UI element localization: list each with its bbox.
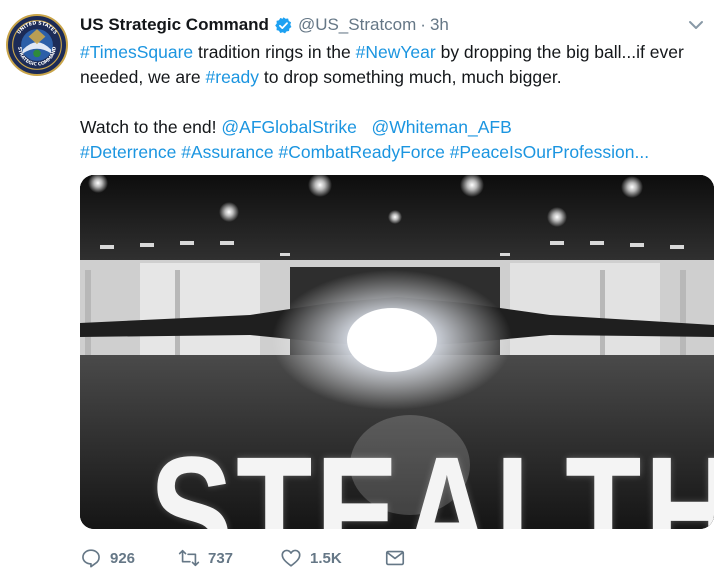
retweet-button[interactable]: 737 [178, 547, 233, 569]
text-span: tradition rings in the [193, 42, 356, 62]
author-handle[interactable]: @US_Stratcom [298, 15, 416, 35]
reply-button[interactable]: 926 [80, 547, 135, 569]
like-count: 1.5K [310, 549, 342, 567]
reply-count: 926 [110, 549, 136, 567]
tweet[interactable]: UNITED STATES STRATEGIC COMMAND US Strat… [0, 0, 728, 582]
text-span: to drop something much, much bigger. [259, 66, 562, 87]
verified-badge-icon [274, 16, 293, 35]
stealth-overlay-text: STEALTH [149, 423, 714, 530]
text-span: Watch to the end! [80, 117, 222, 137]
hashtag-link[interactable]: #PeaceIsOurProfession [450, 142, 635, 162]
separator-dot: · [420, 15, 426, 34]
hashtag-link[interactable]: #TimesSquare [80, 42, 193, 62]
direct-message-button[interactable] [384, 547, 406, 569]
stratcom-seal-image: UNITED STATES STRATEGIC COMMAND [8, 16, 66, 74]
avatar[interactable]: UNITED STATES STRATEGIC COMMAND [6, 14, 68, 76]
heart-icon [281, 549, 301, 567]
hashtag-link[interactable]: #NewYear [356, 42, 436, 62]
truncation-ellipsis: ... [634, 141, 650, 162]
author-name[interactable]: US Strategic Command [80, 15, 269, 35]
tweet-text: #TimesSquare tradition rings in the #New… [80, 40, 720, 164]
chevron-down-icon[interactable] [683, 12, 709, 38]
text-span: needed, we are [80, 66, 206, 87]
hashtag-link[interactable]: #ready [206, 67, 260, 87]
hashtag-link[interactable]: #Assurance [181, 142, 273, 162]
hashtag-link[interactable]: #CombatReadyForce [278, 142, 444, 162]
tweet-timestamp[interactable]: 3h [430, 15, 449, 35]
mention-link[interactable]: @Whiteman_AFB [371, 117, 511, 137]
retweet-icon [178, 549, 200, 567]
tweet-text-line: #Deterrence #Assurance #CombatReadyForce… [80, 140, 720, 165]
reply-icon [82, 549, 100, 568]
text-span: by dropping the big ball...if ever [435, 42, 684, 62]
mention-link[interactable]: @AFGlobalStrike [221, 117, 356, 137]
tweet-header: US Strategic Command @US_Stratcom · 3h [80, 13, 449, 37]
tweet-text-line: Watch to the end! @AFGlobalStrike @White… [80, 115, 720, 140]
tweet-media-video[interactable]: STEALTH [80, 175, 714, 529]
tweet-text-line: needed, we are #ready to drop something … [80, 65, 720, 90]
like-button[interactable]: 1.5K [280, 547, 342, 569]
hashtag-link[interactable]: #Deterrence [80, 142, 176, 162]
tweet-text-line: #TimesSquare tradition rings in the #New… [80, 40, 720, 65]
retweet-count: 737 [208, 549, 234, 567]
envelope-icon [385, 550, 405, 566]
